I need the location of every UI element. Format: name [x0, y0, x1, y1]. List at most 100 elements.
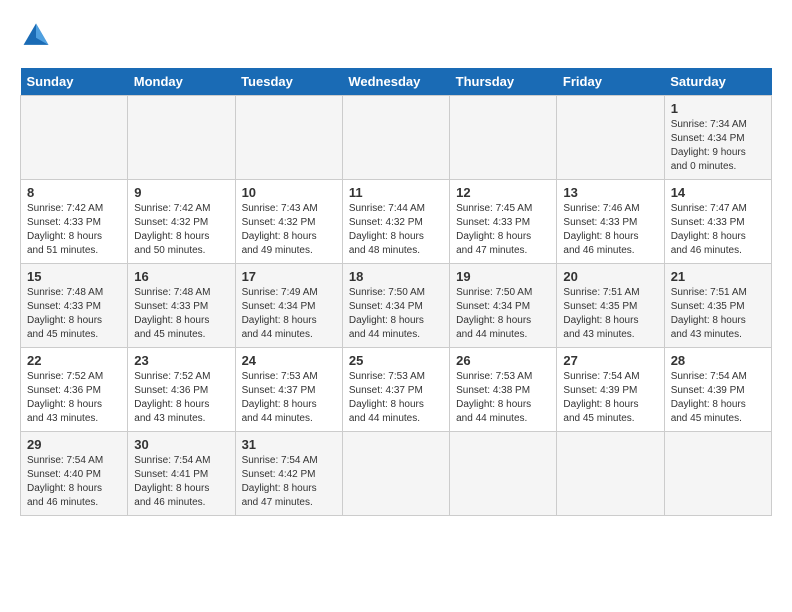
calendar-header-friday: Friday [557, 68, 664, 96]
day-info: Sunrise: 7:49 AMSunset: 4:34 PMDaylight:… [242, 287, 318, 340]
day-info: Sunrise: 7:48 AMSunset: 4:33 PMDaylight:… [134, 287, 210, 340]
calendar-day-cell: 15 Sunrise: 7:48 AMSunset: 4:33 PMDayligh… [21, 264, 128, 348]
calendar-empty-cell [664, 432, 771, 516]
calendar-day-cell: 19 Sunrise: 7:50 AMSunset: 4:34 PMDayligh… [450, 264, 557, 348]
day-number: 21 [671, 269, 765, 284]
day-info: Sunrise: 7:48 AMSunset: 4:33 PMDaylight:… [27, 287, 103, 340]
calendar-header-thursday: Thursday [450, 68, 557, 96]
day-info: Sunrise: 7:34 AMSunset: 4:34 PMDaylight:… [671, 119, 747, 172]
calendar-day-cell: 17 Sunrise: 7:49 AMSunset: 4:34 PMDayligh… [235, 264, 342, 348]
calendar-week-row: 8 Sunrise: 7:42 AMSunset: 4:33 PMDaylight… [21, 180, 772, 264]
calendar-day-cell: 18 Sunrise: 7:50 AMSunset: 4:34 PMDayligh… [342, 264, 449, 348]
day-info: Sunrise: 7:51 AMSunset: 4:35 PMDaylight:… [563, 287, 639, 340]
calendar-day-cell: 28 Sunrise: 7:54 AMSunset: 4:39 PMDayligh… [664, 348, 771, 432]
day-number: 16 [134, 269, 228, 284]
day-number: 12 [456, 185, 550, 200]
day-number: 31 [242, 437, 336, 452]
day-number: 25 [349, 353, 443, 368]
calendar-header-wednesday: Wednesday [342, 68, 449, 96]
calendar-table: SundayMondayTuesdayWednesdayThursdayFrid… [20, 68, 772, 516]
calendar-day-cell: 8 Sunrise: 7:42 AMSunset: 4:33 PMDaylight… [21, 180, 128, 264]
calendar-day-cell: 26 Sunrise: 7:53 AMSunset: 4:38 PMDayligh… [450, 348, 557, 432]
day-info: Sunrise: 7:52 AMSunset: 4:36 PMDaylight:… [134, 371, 210, 424]
calendar-header-saturday: Saturday [664, 68, 771, 96]
day-number: 15 [27, 269, 121, 284]
calendar-empty-cell [128, 96, 235, 180]
day-info: Sunrise: 7:54 AMSunset: 4:41 PMDaylight:… [134, 455, 210, 508]
day-info: Sunrise: 7:53 AMSunset: 4:38 PMDaylight:… [456, 371, 532, 424]
calendar-day-cell: 23 Sunrise: 7:52 AMSunset: 4:36 PMDayligh… [128, 348, 235, 432]
calendar-day-cell: 14 Sunrise: 7:47 AMSunset: 4:33 PMDayligh… [664, 180, 771, 264]
calendar-empty-cell [342, 96, 449, 180]
day-number: 18 [349, 269, 443, 284]
logo-icon [20, 20, 52, 52]
day-number: 27 [563, 353, 657, 368]
calendar-header-monday: Monday [128, 68, 235, 96]
calendar-empty-cell [450, 432, 557, 516]
calendar-empty-cell [557, 96, 664, 180]
calendar-day-cell: 11 Sunrise: 7:44 AMSunset: 4:32 PMDayligh… [342, 180, 449, 264]
calendar-header-row: SundayMondayTuesdayWednesdayThursdayFrid… [21, 68, 772, 96]
day-info: Sunrise: 7:44 AMSunset: 4:32 PMDaylight:… [349, 203, 425, 256]
calendar-day-cell: 30 Sunrise: 7:54 AMSunset: 4:41 PMDayligh… [128, 432, 235, 516]
day-info: Sunrise: 7:54 AMSunset: 4:40 PMDaylight:… [27, 455, 103, 508]
day-number: 23 [134, 353, 228, 368]
calendar-empty-cell [21, 96, 128, 180]
day-info: Sunrise: 7:43 AMSunset: 4:32 PMDaylight:… [242, 203, 318, 256]
day-number: 28 [671, 353, 765, 368]
day-info: Sunrise: 7:54 AMSunset: 4:39 PMDaylight:… [563, 371, 639, 424]
day-number: 14 [671, 185, 765, 200]
calendar-empty-cell [450, 96, 557, 180]
calendar-empty-cell [342, 432, 449, 516]
calendar-day-cell: 12Sunrise: 7:45 AMSunset: 4:33 PMDayligh… [450, 180, 557, 264]
day-number: 1 [671, 101, 765, 116]
calendar-week-row: 1 Sunrise: 7:34 AMSunset: 4:34 PMDaylight… [21, 96, 772, 180]
day-number: 20 [563, 269, 657, 284]
calendar-day-cell: 31 Sunrise: 7:54 AMSunset: 4:42 PMDayligh… [235, 432, 342, 516]
day-info: Sunrise: 7:54 AMSunset: 4:39 PMDaylight:… [671, 371, 747, 424]
calendar-week-row: 29 Sunrise: 7:54 AMSunset: 4:40 PMDayligh… [21, 432, 772, 516]
calendar-week-row: 22 Sunrise: 7:52 AMSunset: 4:36 PMDayligh… [21, 348, 772, 432]
calendar-day-cell: 10 Sunrise: 7:43 AMSunset: 4:32 PMDayligh… [235, 180, 342, 264]
calendar-day-cell: 21 Sunrise: 7:51 AMSunset: 4:35 PMDayligh… [664, 264, 771, 348]
calendar-header-tuesday: Tuesday [235, 68, 342, 96]
day-number: 30 [134, 437, 228, 452]
calendar-day-cell: 20 Sunrise: 7:51 AMSunset: 4:35 PMDayligh… [557, 264, 664, 348]
calendar-empty-cell [557, 432, 664, 516]
day-info: Sunrise: 7:50 AMSunset: 4:34 PMDaylight:… [456, 287, 532, 340]
calendar-week-row: 15 Sunrise: 7:48 AMSunset: 4:33 PMDayligh… [21, 264, 772, 348]
day-number: 19 [456, 269, 550, 284]
day-number: 9 [134, 185, 228, 200]
day-number: 29 [27, 437, 121, 452]
calendar-day-cell: 22 Sunrise: 7:52 AMSunset: 4:36 PMDayligh… [21, 348, 128, 432]
calendar-day-cell: 9 Sunrise: 7:42 AMSunset: 4:32 PMDaylight… [128, 180, 235, 264]
calendar-day-cell: 29 Sunrise: 7:54 AMSunset: 4:40 PMDayligh… [21, 432, 128, 516]
calendar-day-cell: 24 Sunrise: 7:53 AMSunset: 4:37 PMDayligh… [235, 348, 342, 432]
day-number: 8 [27, 185, 121, 200]
day-info: Sunrise: 7:51 AMSunset: 4:35 PMDaylight:… [671, 287, 747, 340]
day-info: Sunrise: 7:50 AMSunset: 4:34 PMDaylight:… [349, 287, 425, 340]
page-header [20, 20, 772, 52]
day-number: 17 [242, 269, 336, 284]
calendar-day-cell: 25 Sunrise: 7:53 AMSunset: 4:37 PMDayligh… [342, 348, 449, 432]
calendar-day-cell: 27 Sunrise: 7:54 AMSunset: 4:39 PMDayligh… [557, 348, 664, 432]
day-info: Sunrise: 7:42 AMSunset: 4:33 PMDaylight:… [27, 203, 103, 256]
day-number: 22 [27, 353, 121, 368]
logo [20, 20, 56, 52]
calendar-empty-cell [235, 96, 342, 180]
day-info: Sunrise: 7:47 AMSunset: 4:33 PMDaylight:… [671, 203, 747, 256]
day-number: 10 [242, 185, 336, 200]
day-number: 13 [563, 185, 657, 200]
calendar-day-cell: 13 Sunrise: 7:46 AMSunset: 4:33 PMDayligh… [557, 180, 664, 264]
day-number: 24 [242, 353, 336, 368]
day-info: Sunrise: 7:52 AMSunset: 4:36 PMDaylight:… [27, 371, 103, 424]
day-info: Sunrise: 7:53 AMSunset: 4:37 PMDaylight:… [242, 371, 318, 424]
calendar-day-cell: 1 Sunrise: 7:34 AMSunset: 4:34 PMDaylight… [664, 96, 771, 180]
day-number: 11 [349, 185, 443, 200]
day-number: 26 [456, 353, 550, 368]
day-info: Sunrise: 7:46 AMSunset: 4:33 PMDaylight:… [563, 203, 639, 256]
day-info: Sunrise: 7:54 AMSunset: 4:42 PMDaylight:… [242, 455, 318, 508]
day-info: Sunrise: 7:53 AMSunset: 4:37 PMDaylight:… [349, 371, 425, 424]
day-info: Sunrise: 7:42 AMSunset: 4:32 PMDaylight:… [134, 203, 210, 256]
calendar-header-sunday: Sunday [21, 68, 128, 96]
